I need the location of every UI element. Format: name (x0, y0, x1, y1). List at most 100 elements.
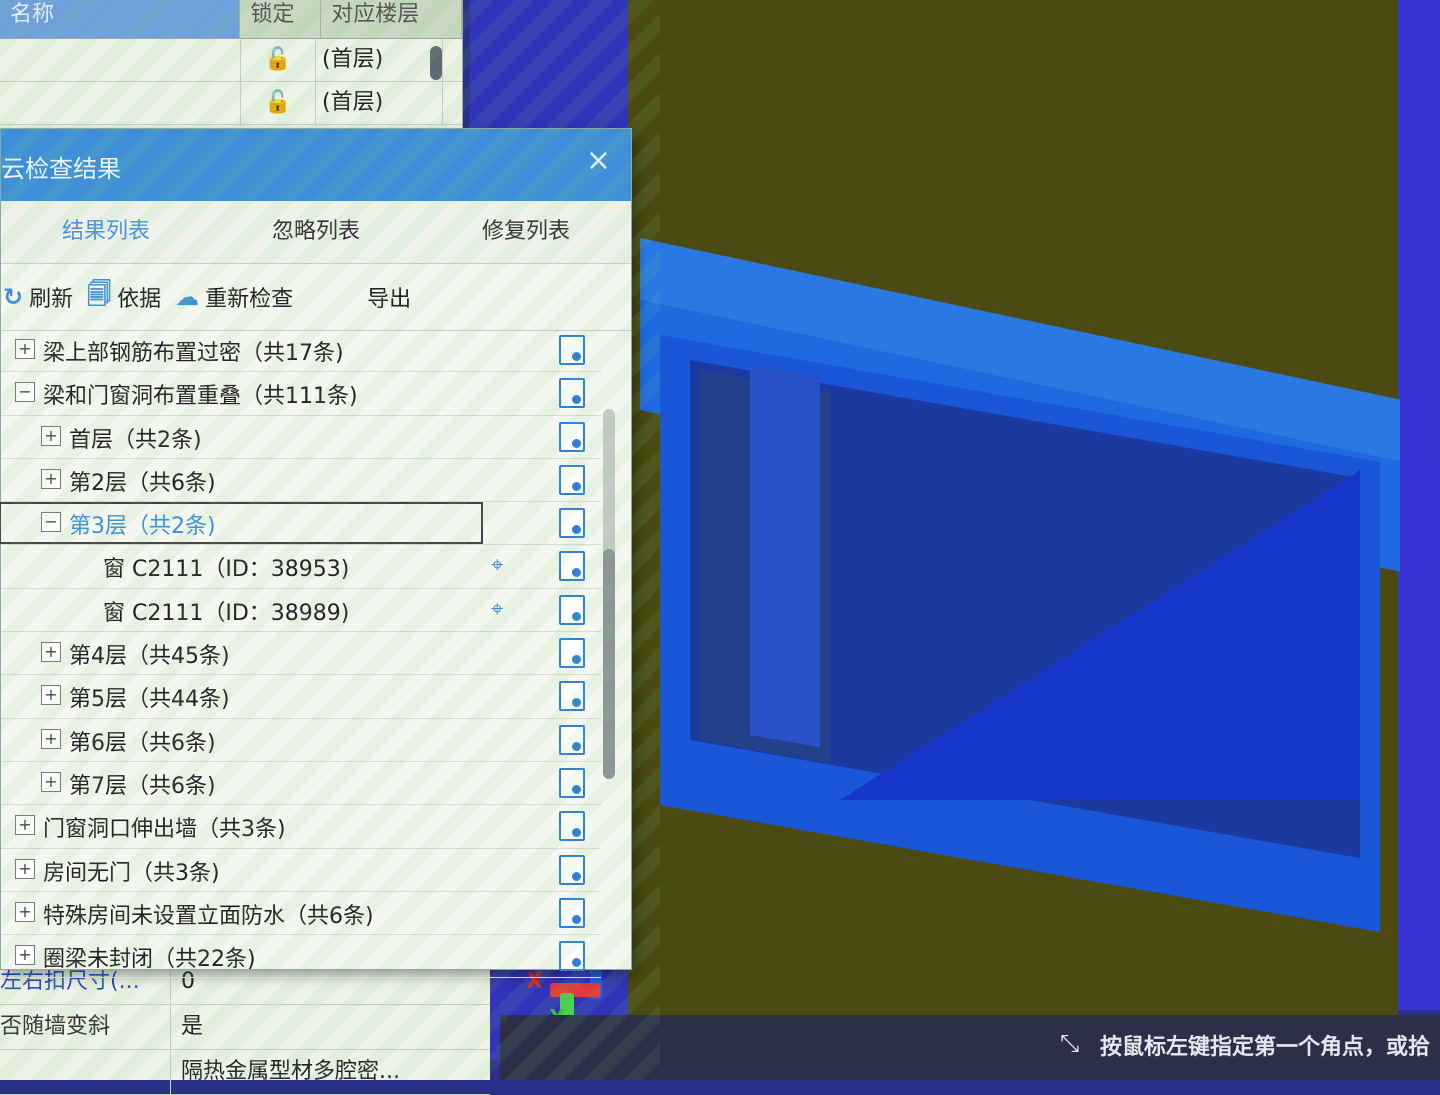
locate-icon[interactable]: ⌖ (491, 553, 503, 578)
refresh-button[interactable]: ↻ 刷新 (3, 281, 73, 313)
expand-icon[interactable]: + (41, 685, 61, 706)
recheck-button[interactable]: ☁ 重新检查 (175, 281, 293, 313)
cloud-check-dialog: 云检查结果 × 结果列表 忽略列表 修复列表 ↻ 刷新 🗐 依据 ☁ 重新检查 … (0, 128, 632, 979)
column-header-floor[interactable]: 对应楼层 (321, 0, 462, 38)
floor-list-row[interactable]: 🔓 (首层) (0, 82, 462, 125)
tree-row-label: 窗 C2111（ID：38989) (103, 600, 350, 626)
floor-list-header: 名称 锁定 对应楼层 (0, 0, 462, 39)
document-link-icon[interactable] (559, 551, 585, 582)
document-link-icon[interactable] (559, 767, 585, 798)
document-link-icon[interactable] (559, 811, 585, 842)
viewport-right-edge (1398, 0, 1440, 1010)
tree-row[interactable]: 窗 C2111（ID：38989) ⌖ (1, 589, 601, 633)
property-key: 否随墙变斜 (0, 1005, 171, 1049)
row-floor: (首层) (316, 82, 443, 124)
expand-icon[interactable]: + (15, 339, 35, 359)
expand-icon[interactable]: + (15, 858, 35, 879)
property-value[interactable]: 是 (171, 1005, 203, 1049)
dialog-toolbar: ↻ 刷新 🗐 依据 ☁ 重新检查 导出 (1, 264, 631, 331)
document-search-icon: 🗐 (87, 279, 112, 308)
tree-row[interactable]: + 第5层（共44条) (1, 675, 601, 719)
dialog-titlebar[interactable]: 云检查结果 × (1, 129, 631, 201)
tree-row[interactable]: − 第3层（共2条) (0, 502, 601, 546)
document-link-icon[interactable] (559, 594, 585, 625)
property-key (0, 1050, 171, 1094)
locate-icon[interactable]: ⌖ (491, 597, 503, 622)
refresh-icon: ↻ (3, 283, 24, 311)
document-link-icon[interactable] (559, 638, 585, 669)
tree-row[interactable]: + 房间无门（共3条) (1, 849, 601, 892)
corner-pointer-icon: ⤡ (1060, 1029, 1080, 1057)
dialog-title: 云检查结果 (1, 155, 121, 183)
document-link-icon[interactable] (559, 941, 585, 972)
document-link-icon[interactable] (559, 421, 585, 452)
tree-row[interactable]: + 第4层（共45条) (1, 632, 601, 676)
tree-row-label: 第5层（共44条) (69, 687, 230, 713)
tree-row[interactable]: − 梁和门窗洞布置重叠（共111条) (1, 372, 601, 416)
column-header-lock[interactable]: 锁定 (240, 0, 322, 38)
tree-row-label: 第7层（共6条) (69, 773, 216, 799)
tree-row[interactable]: + 第7层（共6条) (1, 762, 601, 806)
tree-row-label: 首层（共2条) (69, 427, 202, 453)
property-row[interactable]: 否随墙变斜 是 (0, 1005, 490, 1050)
document-link-icon[interactable] (559, 508, 585, 539)
tab-result-list[interactable]: 结果列表 (1, 201, 211, 263)
tree-row[interactable]: + 门窗洞口伸出墙（共3条) (1, 805, 601, 849)
tree-row[interactable]: + 梁上部钢筋布置过密（共17条) (1, 329, 601, 373)
status-bar: ⤡ 按鼠标左键指定第一个角点，或拾 (500, 1015, 1440, 1080)
tree-row-label: 门窗洞口伸出墙（共3条) (43, 817, 286, 843)
tree-row[interactable]: + 圈梁未封闭（共22条) (1, 935, 601, 979)
export-button[interactable]: 导出 (367, 281, 411, 313)
tree-row-label: 第3层（共2条) (69, 514, 216, 540)
lock-icon[interactable]: 🔓 (241, 82, 316, 124)
axis-x-arrow (550, 983, 600, 997)
refresh-label: 刷新 (29, 287, 74, 312)
floor-list-panel: 名称 锁定 对应楼层 🔓 (首层) 🔓 (首层) (0, 0, 463, 128)
tree-row-label: 第2层（共6条) (69, 470, 216, 496)
collapse-icon[interactable]: − (41, 512, 61, 533)
expand-icon[interactable]: + (15, 815, 35, 836)
document-link-icon[interactable] (559, 681, 585, 712)
document-link-icon[interactable] (559, 335, 585, 365)
row-floor: (首层) (316, 39, 443, 81)
expand-icon[interactable]: + (41, 642, 61, 663)
tree-row[interactable]: + 第2层（共6条) (1, 459, 601, 503)
tree-row-label: 第4层（共45条) (69, 644, 230, 670)
property-value[interactable]: 隔热金属型材多腔密... (171, 1050, 400, 1094)
expand-icon[interactable]: + (41, 728, 61, 749)
expand-icon[interactable]: + (15, 945, 35, 966)
row-name (0, 82, 241, 124)
close-icon[interactable]: × (586, 143, 611, 178)
floor-list-row[interactable]: 🔓 (首层) (0, 39, 462, 82)
expand-icon[interactable]: + (41, 771, 61, 792)
tree-scrollbar-thumb[interactable] (603, 549, 615, 779)
tree-row[interactable]: + 特殊房间未设置立面防水（共6条) (1, 892, 601, 936)
tab-ignore-list[interactable]: 忽略列表 (211, 201, 421, 263)
document-link-icon[interactable] (559, 378, 585, 409)
result-tree: + 梁上部钢筋布置过密（共17条) − 梁和门窗洞布置重叠（共111条) + 首层（共2条… (0, 329, 601, 979)
window-mullion (750, 365, 820, 748)
expand-icon[interactable]: + (41, 425, 61, 446)
expand-icon[interactable]: + (15, 901, 35, 922)
tree-row-label: 窗 C2111（ID：38953) (103, 557, 350, 583)
row-name (0, 39, 241, 81)
document-link-icon[interactable] (559, 897, 585, 928)
tree-row-label: 梁和门窗洞布置重叠（共111条) (43, 384, 358, 410)
export-label: 导出 (367, 287, 412, 312)
document-link-icon[interactable] (559, 724, 585, 755)
column-header-name[interactable]: 名称 (0, 0, 241, 38)
cloud-icon: ☁ (175, 283, 200, 311)
tree-row[interactable]: + 第6层（共6条) (1, 719, 601, 762)
document-link-icon[interactable] (559, 854, 585, 885)
tab-repair-list[interactable]: 修复列表 (421, 201, 631, 263)
property-row[interactable]: 隔热金属型材多腔密... (0, 1050, 490, 1095)
tree-row[interactable]: 窗 C2111（ID：38953) ⌖ (1, 545, 601, 589)
expand-icon[interactable]: + (41, 468, 61, 489)
basis-label: 依据 (117, 287, 162, 312)
collapse-icon[interactable]: − (15, 382, 35, 403)
lock-icon[interactable]: 🔓 (241, 39, 316, 81)
floor-list-scrollbar[interactable] (430, 46, 442, 80)
tree-row[interactable]: + 首层（共2条) (1, 416, 601, 459)
document-link-icon[interactable] (559, 464, 585, 495)
basis-button[interactable]: 🗐 依据 (87, 277, 161, 318)
